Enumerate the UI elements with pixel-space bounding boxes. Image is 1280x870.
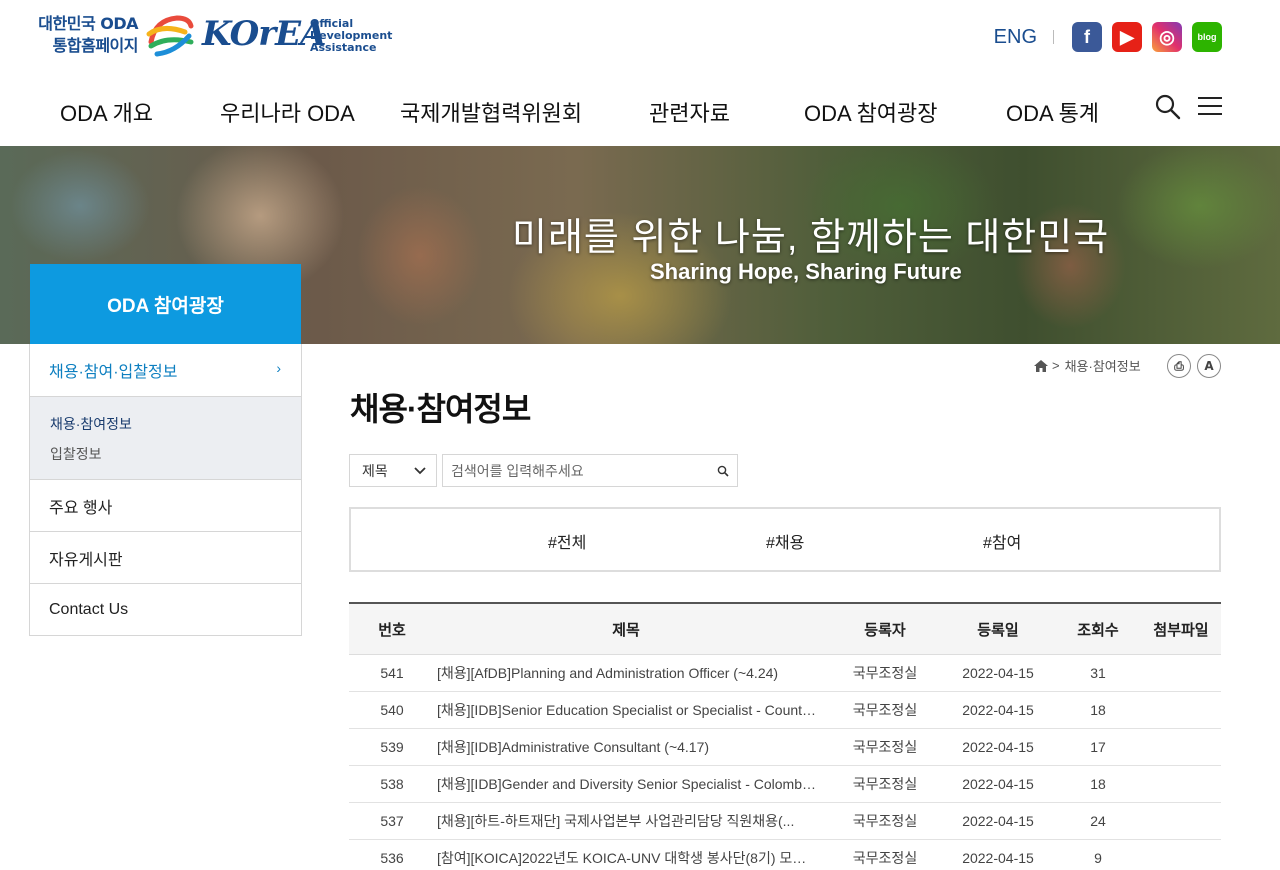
search-icon[interactable] [717,465,729,477]
search-input[interactable]: 검색어를 입력해주세요 [442,454,738,487]
oda-line-3: Assistance [310,41,377,54]
lnb-item-label: 채용·참여·입찰정보 [49,364,178,381]
facebook-icon[interactable]: f [1072,22,1102,52]
row-title-link[interactable]: [채용][하트-하트재단] 국제사업본부 사업관리담당 직원채용(... [435,811,829,831]
lnb-sub-item-bid[interactable]: 입찰정보 [50,439,281,469]
row-no: 541 [380,665,404,681]
gnb-item-committee[interactable]: 국제개발협력위원회 [400,96,582,128]
lnb-item-contact[interactable]: Contact Us [30,583,301,635]
board-table: 번호 제목 등록자 등록일 조회수 첨부파일 541 [채용][AfDB]Pla… [349,602,1221,870]
row-date: 2022-04-15 [962,850,1034,866]
row-writer: 국무조정실 [852,739,918,755]
col-header-writer: 등록자 [864,621,906,639]
hashtag-filter: #전체 #채용 #참여 [349,507,1221,572]
row-views: 31 [1090,665,1106,681]
row-title-link[interactable]: [채용][IDB]Administrative Consultant (~4.1… [435,737,829,757]
font-size-icon[interactable]: A [1197,354,1221,378]
youtube-icon[interactable]: ▶ [1112,22,1142,52]
site-header: 대한민국 ODA 통합홈페이지 KOrEA Official Developme… [0,0,1280,146]
utility-divider [1053,30,1054,44]
row-views: 17 [1090,739,1106,755]
col-header-title: 제목 [612,621,640,639]
lnb-submenu: 채용·참여정보 입찰정보 [30,396,301,479]
col-header-views: 조회수 [1077,621,1119,639]
table-row: 539 [채용][IDB]Administrative Consultant (… [349,729,1221,766]
chevron-down-icon [414,466,426,474]
globe-logo-icon[interactable] [145,12,195,58]
row-title-link[interactable]: [참여][KOICA]2022년도 KOICA-UNV 대학생 봉사단(8기) … [435,848,829,868]
tag-participation[interactable]: #참여 [983,529,1021,553]
row-views: 9 [1094,850,1102,866]
table-row: 541 [채용][AfDB]Planning and Administratio… [349,655,1221,692]
eng-link[interactable]: ENG [994,26,1037,49]
search-field-select[interactable]: 제목 [349,454,437,487]
side-navigation: 채용·참여·입찰정보 › 채용·참여정보 입찰정보 주요 행사 자유게시판 Co… [29,344,302,636]
gnb-item-oda-overview[interactable]: ODA 개요 [60,96,153,128]
logo-line-2: 통합홈페이지 [52,36,139,55]
page-tools: ⎙ A [1167,354,1221,378]
tag-all[interactable]: #전체 [548,529,586,553]
blog-icon[interactable]: blog [1192,22,1222,52]
row-views: 24 [1090,813,1106,829]
tag-recruit[interactable]: #채용 [766,529,804,553]
row-writer: 국무조정실 [852,813,918,829]
gnb-item-korea-oda[interactable]: 우리나라 ODA [220,96,355,128]
print-icon[interactable]: ⎙ [1167,354,1191,378]
chevron-right-icon: › [276,360,281,376]
table-header: 번호 제목 등록자 등록일 조회수 첨부파일 [349,604,1221,655]
home-icon[interactable] [1034,359,1048,372]
gnb-item-participation[interactable]: ODA 참여광장 [804,96,938,128]
row-writer: 국무조정실 [852,665,918,681]
row-views: 18 [1090,776,1106,792]
table-row: 536 [참여][KOICA]2022년도 KOICA-UNV 대학생 봉사단(… [349,840,1221,870]
banner-title-en: Sharing Hope, Sharing Future [650,259,962,284]
breadcrumb-separator: > [1052,358,1060,373]
row-no: 537 [380,813,404,829]
col-header-file: 첨부파일 [1153,621,1209,639]
lnb-item-events[interactable]: 주요 행사 [30,479,301,531]
row-date: 2022-04-15 [962,813,1034,829]
col-header-no: 번호 [378,621,406,639]
row-title-link[interactable]: [채용][IDB]Gender and Diversity Senior Spe… [435,774,829,794]
utility-bar: ENG f ▶ ◎ blog [994,22,1222,52]
table-row: 537 [채용][하트-하트재단] 국제사업본부 사업관리담당 직원채용(...… [349,803,1221,840]
select-value: 제목 [362,462,388,479]
lnb-item-board[interactable]: 자유게시판 [30,531,301,583]
row-writer: 국무조정실 [852,850,918,866]
table-row: 540 [채용][IDB]Senior Education Specialist… [349,692,1221,729]
col-header-date: 등록일 [977,621,1019,639]
row-no: 536 [380,850,404,866]
page-title: 채용·참여정보 [350,391,531,427]
gnb-item-statistics[interactable]: ODA 통계 [1006,96,1099,128]
row-date: 2022-04-15 [962,702,1034,718]
row-no: 538 [380,776,404,792]
lnb-title: ODA 참여광장 [30,264,301,344]
lnb-sub-item-recruit[interactable]: 채용·참여정보 [50,409,281,439]
row-date: 2022-04-15 [962,665,1034,681]
breadcrumb: > 채용·참여정보 [1034,356,1141,375]
row-writer: 국무조정실 [852,776,918,792]
row-title-link[interactable]: [채용][AfDB]Planning and Administration Of… [435,663,829,683]
logo-line-1: 대한민국 ODA [38,14,138,33]
row-views: 18 [1090,702,1106,718]
oda-wordmark: Official Development Assistance [310,18,392,54]
search-icon[interactable] [1155,94,1181,120]
row-date: 2022-04-15 [962,776,1034,792]
row-no: 540 [380,702,404,718]
search-placeholder: 검색어를 입력해주세요 [451,462,584,479]
instagram-icon[interactable]: ◎ [1152,22,1182,52]
row-title-link[interactable]: [채용][IDB]Senior Education Specialist or … [435,700,829,720]
table-row: 538 [채용][IDB]Gender and Diversity Senior… [349,766,1221,803]
row-writer: 국무조정실 [852,702,918,718]
row-no: 539 [380,739,404,755]
korea-wordmark[interactable]: KOrEA [202,14,326,54]
banner-title-kr: 미래를 위한 나눔, 함께하는 대한민국 [512,217,1110,259]
row-date: 2022-04-15 [962,739,1034,755]
breadcrumb-current[interactable]: 채용·참여정보 [1065,356,1141,375]
search-bar: 제목 검색어를 입력해주세요 [349,454,738,487]
lnb-item-recruit-bid[interactable]: 채용·참여·입찰정보 › [30,344,301,396]
site-logo-text[interactable]: 대한민국 ODA 통합홈페이지 [28,13,138,57]
gnb-item-resources[interactable]: 관련자료 [649,96,730,128]
hamburger-menu-icon[interactable] [1198,97,1222,117]
